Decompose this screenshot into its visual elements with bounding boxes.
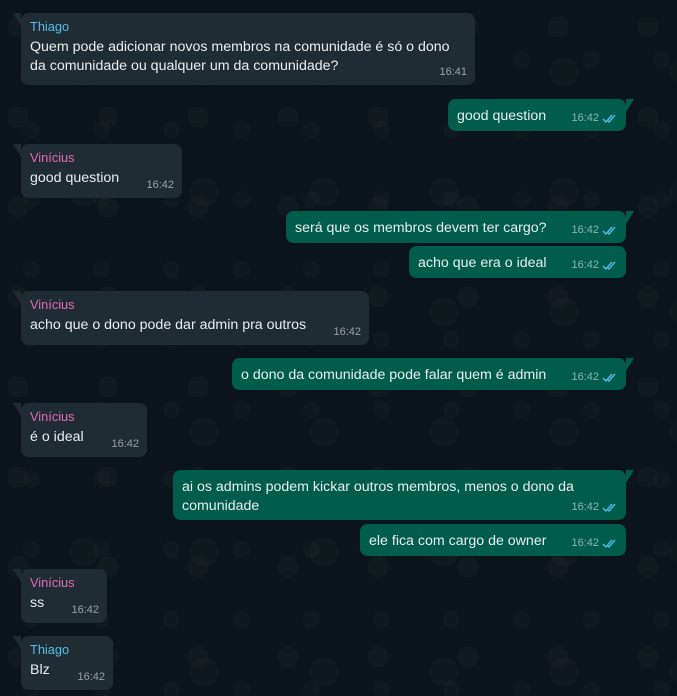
- double-check-read-icon: [602, 260, 618, 271]
- message-bubble-outgoing[interactable]: good question 16:42: [448, 99, 634, 131]
- message-time: 16:42: [333, 326, 361, 338]
- sender-name: Vinícius: [30, 575, 75, 590]
- message-bubble-outgoing[interactable]: ai os admins podem kickar outros membros…: [173, 470, 634, 520]
- sender-name: Vinícius: [30, 150, 75, 165]
- message-bubble-outgoing[interactable]: será que os membros devem ter cargo? 16:…: [286, 211, 634, 243]
- message-time: 16:42: [111, 438, 139, 450]
- sender-name: Thiago: [30, 19, 70, 34]
- double-check-read-icon: [602, 113, 618, 124]
- sender-name: Vinícius: [30, 409, 75, 424]
- message-bubble-incoming[interactable]: Vinícius é o ideal 16:42: [13, 403, 147, 457]
- message-text: será que os membros devem ter cargo?: [295, 220, 547, 236]
- message-time: 16:42: [571, 537, 599, 549]
- message-bubble-incoming[interactable]: Vinícius good question 16:42: [13, 144, 182, 198]
- message-time: 16:42: [571, 112, 599, 124]
- message-bubble-incoming[interactable]: Vinícius acho que o dono pode dar admin …: [13, 291, 369, 345]
- double-check-read-icon: [602, 538, 618, 549]
- message-bubble-outgoing[interactable]: o dono da comunidade pode falar quem é a…: [232, 358, 634, 390]
- sender-name: Thiago: [30, 642, 70, 657]
- double-check-read-icon: [602, 502, 618, 513]
- message-bubble-incoming[interactable]: Thiago Blz 16:42: [13, 636, 113, 690]
- message-time: 16:42: [146, 179, 174, 191]
- message-time: 16:42: [571, 259, 599, 271]
- message-time: 16:42: [71, 604, 99, 616]
- message-bubble-outgoing[interactable]: acho que era o ideal 16:42: [409, 246, 626, 278]
- message-time: 16:42: [77, 671, 105, 683]
- double-check-read-icon: [602, 225, 618, 236]
- message-text: ai os admins podem kickar outros membros…: [182, 479, 574, 514]
- message-text: acho que o dono pode dar admin pra outro…: [30, 317, 307, 333]
- message-bubble-incoming[interactable]: Vinícius ss 16:42: [13, 569, 107, 623]
- message-bubble-outgoing[interactable]: ele fica com cargo de owner 16:42: [360, 524, 626, 556]
- message-time: 16:42: [571, 371, 599, 383]
- message-time: 16:42: [571, 224, 599, 236]
- message-bubble-incoming[interactable]: Thiago Quem pode adicionar novos membros…: [13, 13, 475, 85]
- message-time: 16:42: [571, 501, 599, 513]
- message-text: o dono da comunidade pode falar quem é a…: [241, 367, 547, 383]
- double-check-read-icon: [602, 372, 618, 383]
- message-text: Quem pode adicionar novos membros na com…: [30, 39, 450, 74]
- message-time: 16:41: [439, 66, 467, 78]
- sender-name: Vinícius: [30, 297, 75, 312]
